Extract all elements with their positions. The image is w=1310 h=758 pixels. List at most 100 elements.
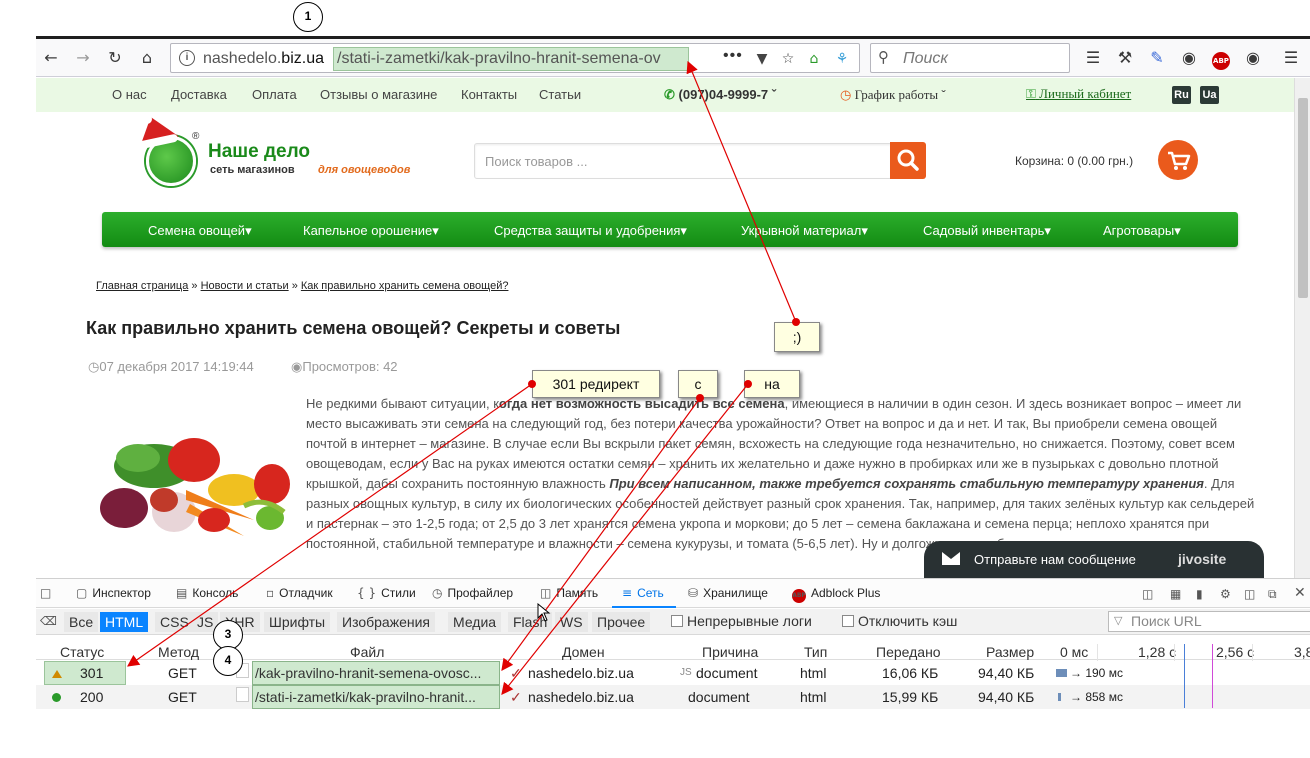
load-event-marker [1212,644,1213,708]
extension-house-icon[interactable]: ⌂ [805,50,823,68]
col-cause[interactable]: Причина [702,644,758,660]
pick-element-icon[interactable]: □ [40,586,56,600]
breadcrumb-current[interactable]: Как правильно хранить семена овощей? [301,280,509,292]
tab-styles[interactable]: { } Стили [357,586,416,600]
nav-link-articles[interactable]: Статьи [539,87,581,102]
filter-all[interactable]: Все [64,612,99,632]
vegetables-image [100,438,290,536]
close-devtools-icon[interactable]: ✕ [1294,585,1306,601]
nav-link-reviews[interactable]: Отзывы о магазине [320,87,437,102]
lang-ru-button[interactable]: Ru [1172,86,1191,104]
phone-dropdown[interactable]: ✆ (097)04-9999-7 ˇ [664,87,776,103]
menu-item-covering[interactable]: Укрывной материал▾ [741,223,868,239]
logo-title[interactable]: Наше дело [208,141,310,163]
forward-icon[interactable]: → [72,47,94,69]
tab-console[interactable]: ▤ Консоль [176,586,238,600]
product-search-button[interactable] [890,142,926,179]
filter-media[interactable]: Медиа [448,612,502,632]
page-actions-icon[interactable]: ••• [723,47,743,65]
cart-button[interactable] [1158,140,1198,180]
filter-ws[interactable]: WS [555,612,588,632]
responsive-mode-icon[interactable]: ◫ [1142,587,1153,601]
filter-url-input[interactable]: ▽ Поиск URL [1108,611,1310,632]
site-info-icon[interactable]: i [179,50,195,66]
filter-fonts[interactable]: Шрифты [264,612,331,632]
col-size[interactable]: Размер [986,644,1034,660]
menu-item-garden-tools[interactable]: Садовый инвентарь▾ [923,223,1051,239]
filter-other[interactable]: Прочее [592,612,651,632]
dock-side-icon[interactable]: ◫ [1244,587,1255,601]
screenshot-icon[interactable]: ▮ [1196,587,1203,601]
menu-item-drip-irrigation[interactable]: Капельное орошение▾ [303,223,439,239]
disable-cache-checkbox[interactable] [842,615,854,627]
page-scrollbar[interactable] [1294,78,1310,578]
article-date: ◷07 декабря 2017 14:19:44 [88,359,254,374]
tab-memory[interactable]: ◫ Память [540,586,598,600]
account-link[interactable]: ⚿ Личный кабинет [1026,86,1131,102]
menu-item-agro[interactable]: Агротовары▾ [1103,223,1181,239]
trash-icon[interactable]: ⌫ [40,614,57,628]
library-icon[interactable]: ☰ [1082,47,1104,69]
extension-cart-icon[interactable]: ⚘ [833,50,851,68]
settings-gear-icon[interactable]: ⚙ [1220,587,1231,601]
schedule-dropdown[interactable]: ◷ График работы ˇ [840,87,946,103]
col-file[interactable]: Файл [350,644,384,660]
frame-select-icon[interactable]: ▦ [1170,587,1181,601]
account-label: Личный кабинет [1039,86,1132,101]
col-type[interactable]: Тип [804,644,827,660]
back-icon[interactable]: ← [40,47,62,69]
extension-icon[interactable]: ◉ [1242,47,1264,69]
cell-method: GET [168,665,197,681]
menu-item-seeds[interactable]: Семена овощей▾ [148,223,252,239]
tab-storage[interactable]: ⛁ Хранилище [688,586,768,600]
col-status[interactable]: Статус [60,644,104,660]
file-icon [236,687,249,702]
persist-logs-checkbox[interactable] [671,615,683,627]
santa-hat-pompom [142,114,152,124]
filter-icon: ▽ [1114,614,1123,627]
tab-debugger[interactable]: ▫ Отладчик [266,586,333,600]
filter-images[interactable]: Изображения [337,612,435,632]
tab-adblock-plus[interactable]: ABP Adblock Plus [792,586,880,603]
adblock-plus-icon[interactable]: ABP [1210,47,1232,70]
browser-search-bar[interactable]: ⚲ Поиск [870,43,1070,73]
product-search-placeholder: Поиск товаров ... [485,154,588,169]
network-icon: ≡ [622,586,633,600]
lang-ua-button[interactable]: Ua [1200,86,1219,104]
breadcrumb-home[interactable]: Главная страница [96,280,188,292]
filter-css[interactable]: CSS [155,612,194,632]
breadcrumb-news[interactable]: Новости и статьи [201,280,289,292]
url-bar[interactable]: i nashedelo.biz.ua /stati-i-zametki/kak-… [170,43,860,73]
eyedropper-icon[interactable]: ✎ [1146,47,1168,69]
table-row[interactable]: 200 GET /stati-i-zametki/kak-pravilno-hr… [36,685,1310,709]
menu-item-protection[interactable]: Средства защиты и удобрения▾ [494,223,687,239]
tab-inspector[interactable]: ▢ Инспектор [76,586,151,600]
screenshot-extension-icon[interactable]: ◉ [1178,47,1200,69]
tab-profiler[interactable]: ◷ Профайлер [432,586,513,600]
col-domain[interactable]: Домен [562,644,605,660]
wrench-icon[interactable]: ⚒ [1114,47,1136,69]
jivosite-chat-widget[interactable]: Отправьте нам сообщение jivosite [924,541,1264,578]
cart-summary[interactable]: Корзина: 0 (0.00 грн.) [1015,154,1133,168]
nav-link-payment[interactable]: Оплата [252,87,297,102]
nav-link-about[interactable]: О нас [112,87,147,102]
bookmark-star-icon[interactable]: ☆ [779,50,797,68]
nav-link-contacts[interactable]: Контакты [461,87,517,102]
nav-link-delivery[interactable]: Доставка [171,87,227,102]
menu-icon[interactable]: ☰ [1280,47,1302,69]
col-method[interactable]: Метод [158,644,199,660]
tab-network[interactable]: ≡ Сеть [622,586,664,600]
col-transferred[interactable]: Передано [876,644,941,660]
home-icon[interactable]: ⌂ [136,47,158,69]
separate-window-icon[interactable]: ⧉ [1268,587,1277,602]
category-menu: Семена овощей▾ Капельное орошение▾ Средс… [102,212,1238,247]
reload-icon[interactable]: ↻ [104,47,126,69]
product-search-input[interactable]: Поиск товаров ... [474,143,892,179]
pocket-icon[interactable]: ▼ [753,50,771,68]
filter-html[interactable]: HTML [100,612,149,632]
filter-url-placeholder: Поиск URL [1131,613,1202,629]
warning-triangle-icon [52,670,62,678]
console-icon: ▤ [176,586,188,600]
scrollbar-thumb[interactable] [1298,98,1308,298]
js-icon: JS [680,667,692,678]
